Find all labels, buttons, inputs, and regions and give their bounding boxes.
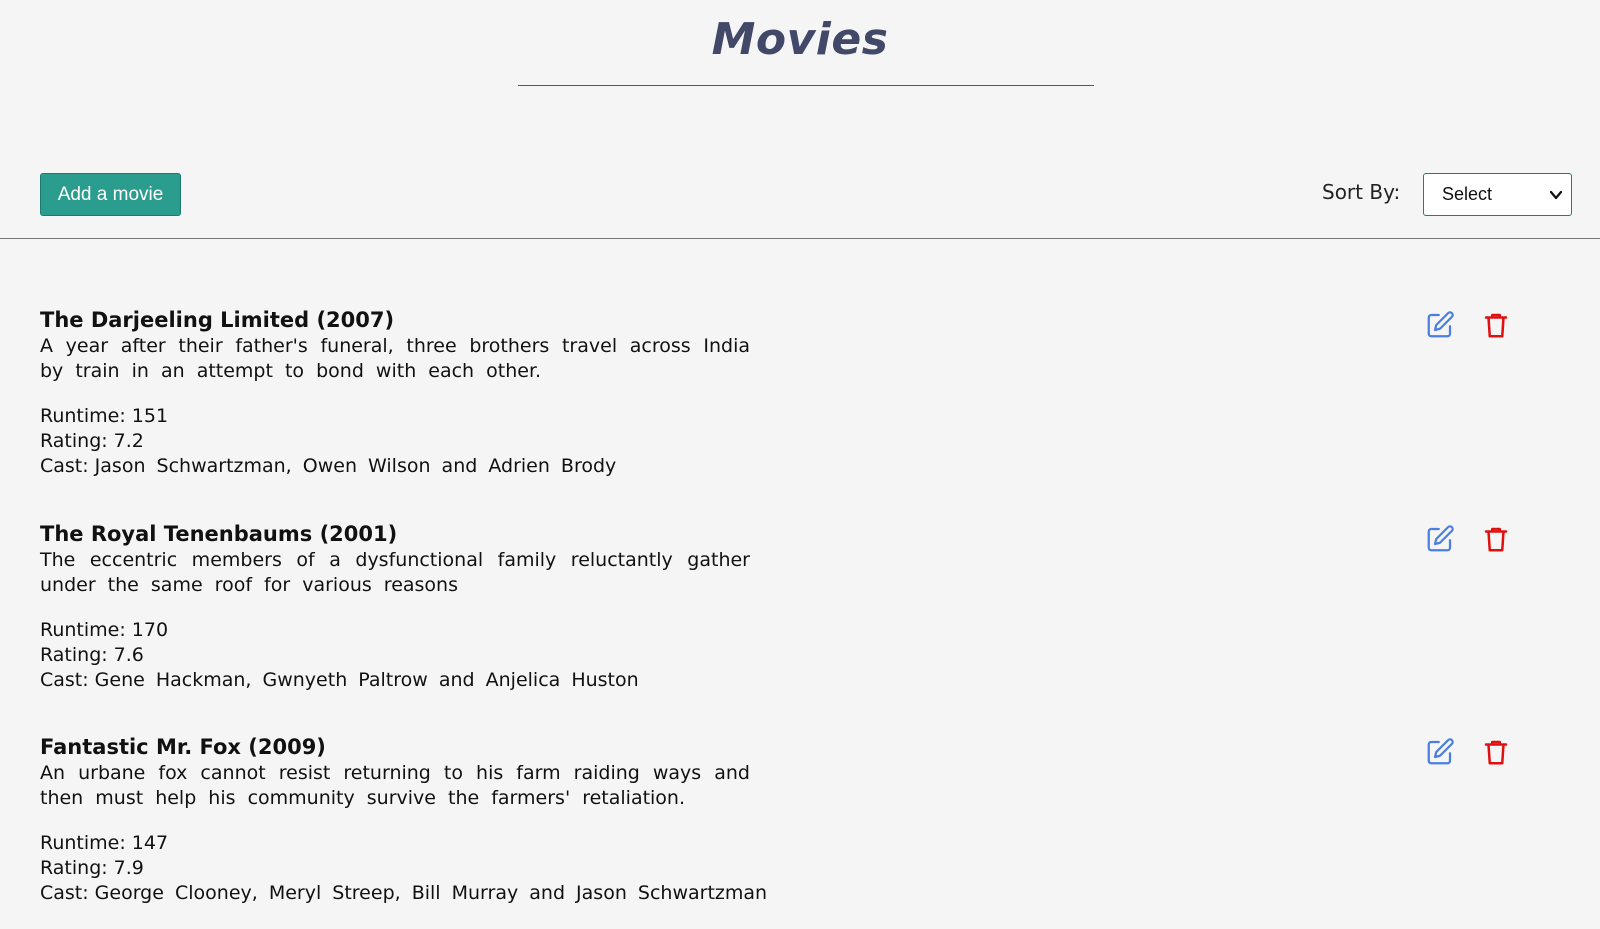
runtime-value: 147 <box>131 832 169 854</box>
runtime-row: Runtime: 170 <box>40 618 1540 643</box>
trash-icon[interactable] <box>1481 310 1511 340</box>
runtime-label: Runtime: <box>40 405 126 427</box>
movie-title: The Darjeeling Limited (2007) <box>40 308 395 332</box>
add-movie-button[interactable]: Add a movie <box>40 173 181 216</box>
rating-value: 7.2 <box>113 430 144 452</box>
runtime-label: Runtime: <box>40 832 126 854</box>
edit-icon[interactable] <box>1425 737 1455 767</box>
cast-row: Cast: Jason Schwartzman, Owen Wilson and … <box>40 454 1540 479</box>
cast-value: George Clooney, Meryl Streep, Bill Murra… <box>94 882 768 904</box>
rating-label: Rating: <box>40 644 108 666</box>
edit-icon[interactable] <box>1425 524 1455 554</box>
movie-title: The Royal Tenenbaums (2001) <box>40 522 398 546</box>
movie-title: Fantastic Mr. Fox (2009) <box>40 735 326 759</box>
movie-description: An urbane fox cannot resist returning to… <box>40 762 750 809</box>
toolbar: Add a movie Sort By: Select <box>0 172 1600 216</box>
rating-row: Rating: 7.6 <box>40 643 1540 668</box>
runtime-value: 151 <box>131 405 169 427</box>
cast-row: Cast: Gene Hackman, Gwnyeth Paltrow and A… <box>40 668 1540 693</box>
movie-details: Runtime: 170 Rating: 7.6 Cast: Gene Hackman… <box>40 618 1540 693</box>
rating-row: Rating: 7.9 <box>40 856 1540 881</box>
runtime-label: Runtime: <box>40 619 126 641</box>
rating-row: Rating: 7.2 <box>40 429 1540 454</box>
sort-by-label: Sort By: <box>1322 180 1401 204</box>
movie-details: Runtime: 147 Rating: 7.9 Cast: George Cloon… <box>40 831 1540 906</box>
runtime-value: 170 <box>131 619 169 641</box>
movie-card: Fantastic Mr. Fox (2009) An urbane fox c… <box>40 733 1540 906</box>
chevron-down-icon <box>1549 190 1563 200</box>
sort-select-value: Select <box>1442 184 1493 204</box>
runtime-row: Runtime: 151 <box>40 404 1540 429</box>
movie-card: The Royal Tenenbaums (2001) The eccentri… <box>40 520 1540 693</box>
toolbar-divider <box>0 238 1600 239</box>
sort-select[interactable]: Select <box>1423 173 1572 216</box>
movie-description: A year after their father's funeral, thr… <box>40 335 750 382</box>
cast-row: Cast: George Clooney, Meryl Streep, Bill … <box>40 881 1540 906</box>
cast-value: Gene Hackman, Gwnyeth Paltrow and Anjeli… <box>94 669 639 691</box>
cast-label: Cast: <box>40 455 89 477</box>
rating-value: 7.6 <box>113 644 144 666</box>
cast-label: Cast: <box>40 669 89 691</box>
runtime-row: Runtime: 147 <box>40 831 1540 856</box>
cast-value: Jason Schwartzman, Owen Wilson and Adrie… <box>94 455 617 477</box>
trash-icon[interactable] <box>1481 524 1511 554</box>
movie-details: Runtime: 151 Rating: 7.2 Cast: Jason Schwar… <box>40 404 1540 479</box>
rating-label: Rating: <box>40 430 108 452</box>
trash-icon[interactable] <box>1481 737 1511 767</box>
movie-card: The Darjeeling Limited (2007) A year aft… <box>40 306 1540 479</box>
edit-icon[interactable] <box>1425 310 1455 340</box>
cast-label: Cast: <box>40 882 89 904</box>
rating-label: Rating: <box>40 857 108 879</box>
page-title: Movies <box>711 14 889 65</box>
movie-description: The eccentric members of a dysfunctional… <box>40 549 750 596</box>
title-divider <box>518 85 1094 86</box>
rating-value: 7.9 <box>113 857 144 879</box>
